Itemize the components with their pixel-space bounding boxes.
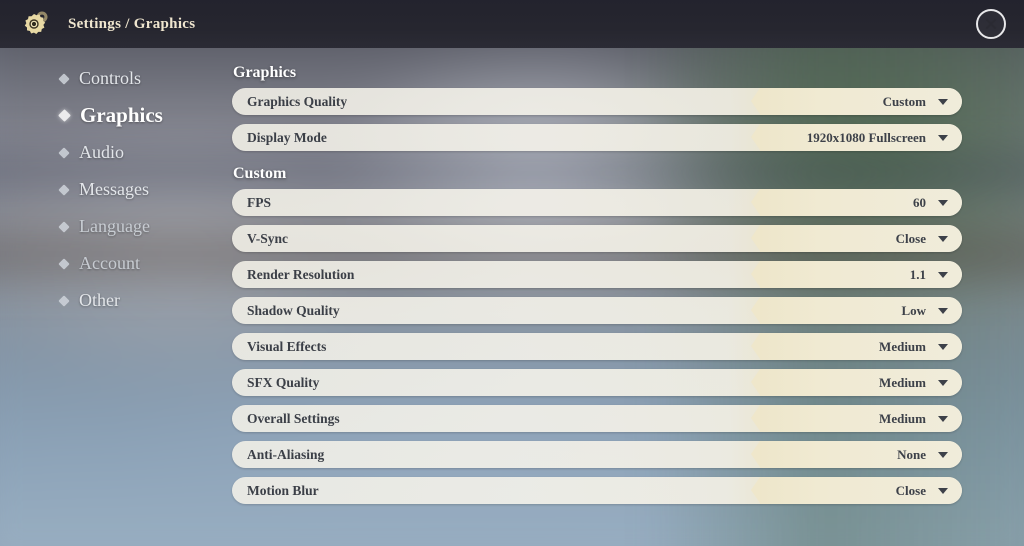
setting-dropdown[interactable]: 1.1 <box>751 261 962 288</box>
setting-label: Display Mode <box>247 129 327 145</box>
setting-label: V-Sync <box>247 230 289 246</box>
sidebar-item-messages[interactable]: Messages <box>0 171 215 208</box>
chevron-down-icon <box>938 235 948 242</box>
sidebar-item-label: Audio <box>79 142 124 162</box>
setting-value: 1920x1080 Fullscreen <box>806 129 926 145</box>
sidebar-item-audio[interactable]: Audio <box>0 134 215 171</box>
settings-sidebar: Controls Graphics Audio Messages Languag… <box>0 60 215 319</box>
setting-row-fps[interactable]: FPS 60 <box>232 189 962 216</box>
sidebar-item-language[interactable]: Language <box>0 208 215 245</box>
sidebar-item-account[interactable]: Account <box>0 245 215 282</box>
setting-label: Graphics Quality <box>247 93 348 109</box>
settings-content: Controls Graphics Audio Messages Languag… <box>0 48 1024 546</box>
setting-label: SFX Quality <box>247 374 320 390</box>
breadcrumb: Settings / Graphics <box>68 15 196 32</box>
diamond-bullet-icon <box>58 146 70 159</box>
setting-dropdown[interactable]: Low <box>751 297 962 324</box>
setting-label: Motion Blur <box>247 482 319 498</box>
setting-dropdown[interactable]: Close <box>751 477 962 504</box>
setting-label: Anti-Aliasing <box>247 446 325 462</box>
setting-value: None <box>897 446 926 462</box>
setting-value: Close <box>895 230 926 246</box>
close-icon[interactable] <box>976 9 1006 39</box>
chevron-down-icon <box>938 451 948 458</box>
setting-dropdown[interactable]: Medium <box>751 333 962 360</box>
setting-value: Medium <box>879 410 926 426</box>
setting-label: Shadow Quality <box>247 302 340 318</box>
chevron-down-icon <box>938 343 948 350</box>
setting-label: FPS <box>247 194 272 210</box>
setting-dropdown[interactable]: Medium <box>751 369 962 396</box>
sidebar-item-controls[interactable]: Controls <box>0 60 215 97</box>
settings-panel: Graphics Graphics Quality Custom Display… <box>232 64 962 513</box>
setting-dropdown[interactable]: Close <box>751 225 962 252</box>
setting-value: 1.1 <box>909 266 926 282</box>
setting-value: Custom <box>882 93 926 109</box>
diamond-bullet-icon <box>58 183 70 196</box>
settings-screen: Settings / Graphics Controls Graphics Au… <box>0 0 1024 546</box>
sidebar-item-label: Graphics <box>80 103 163 127</box>
setting-dropdown[interactable]: Medium <box>751 405 962 432</box>
sidebar-item-label: Controls <box>79 68 142 88</box>
close-x-glyph <box>985 18 997 30</box>
sidebar-item-label: Account <box>79 253 140 273</box>
chevron-down-icon <box>938 271 948 278</box>
setting-row-render-resolution[interactable]: Render Resolution 1.1 <box>232 261 962 288</box>
section-title-custom: Custom <box>233 165 287 182</box>
diamond-bullet-icon <box>58 109 71 122</box>
setting-label: Visual Effects <box>247 338 327 354</box>
chevron-down-icon <box>938 134 948 141</box>
sidebar-item-label: Messages <box>79 179 149 199</box>
chevron-down-icon <box>938 307 948 314</box>
setting-row-visual-effects[interactable]: Visual Effects Medium <box>232 333 962 360</box>
setting-row-shadow-quality[interactable]: Shadow Quality Low <box>232 297 962 324</box>
setting-dropdown[interactable]: None <box>751 441 962 468</box>
setting-row-motion-blur[interactable]: Motion Blur Close <box>232 477 962 504</box>
chevron-down-icon <box>938 379 948 386</box>
setting-value: Medium <box>879 374 926 390</box>
setting-row-anti-aliasing[interactable]: Anti-Aliasing None <box>232 441 962 468</box>
sidebar-item-label: Other <box>79 290 120 310</box>
section-title-graphics: Graphics <box>233 64 297 81</box>
setting-row-sfx-quality[interactable]: SFX Quality Medium <box>232 369 962 396</box>
setting-row-v-sync[interactable]: V-Sync Close <box>232 225 962 252</box>
diamond-bullet-icon <box>58 294 70 307</box>
setting-value: Close <box>895 482 926 498</box>
setting-label: Render Resolution <box>247 266 355 282</box>
setting-row-display-mode[interactable]: Display Mode 1920x1080 Fullscreen <box>232 124 962 151</box>
setting-row-graphics-quality[interactable]: Graphics Quality Custom <box>232 88 962 115</box>
setting-row-overall-settings[interactable]: Overall Settings Medium <box>232 405 962 432</box>
top-bar: Settings / Graphics <box>0 0 1024 48</box>
diamond-bullet-icon <box>58 257 70 270</box>
setting-dropdown[interactable]: 1920x1080 Fullscreen <box>751 124 962 151</box>
setting-value: Low <box>901 302 926 318</box>
setting-value: 60 <box>913 194 926 210</box>
sidebar-item-graphics[interactable]: Graphics <box>0 97 215 134</box>
sidebar-item-label: Language <box>79 216 150 236</box>
setting-value: Medium <box>879 338 926 354</box>
sidebar-item-other[interactable]: Other <box>0 282 215 319</box>
chevron-down-icon <box>938 199 948 206</box>
diamond-bullet-icon <box>58 220 70 233</box>
chevron-down-icon <box>938 415 948 422</box>
chevron-down-icon <box>938 487 948 494</box>
setting-dropdown[interactable]: 60 <box>751 189 962 216</box>
gear-icon <box>20 7 54 41</box>
diamond-bullet-icon <box>58 72 70 85</box>
setting-dropdown[interactable]: Custom <box>751 88 962 115</box>
chevron-down-icon <box>938 98 948 105</box>
setting-label: Overall Settings <box>247 410 340 426</box>
